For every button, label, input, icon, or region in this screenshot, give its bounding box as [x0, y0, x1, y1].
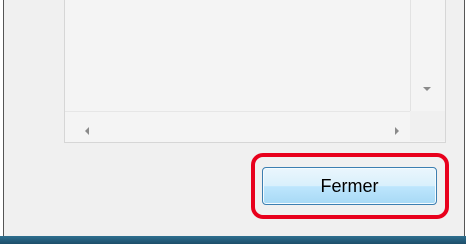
- arrow-left-icon[interactable]: [85, 127, 89, 135]
- close-button[interactable]: Fermer: [262, 167, 437, 205]
- list-panel[interactable]: [64, 0, 446, 143]
- arrow-down-icon[interactable]: [423, 87, 431, 91]
- taskbar: [0, 236, 466, 244]
- horizontal-scrollbar[interactable]: [65, 111, 410, 141]
- scrollbar-corner: [410, 111, 445, 141]
- arrow-right-icon[interactable]: [395, 127, 399, 135]
- vertical-scrollbar[interactable]: [410, 0, 445, 111]
